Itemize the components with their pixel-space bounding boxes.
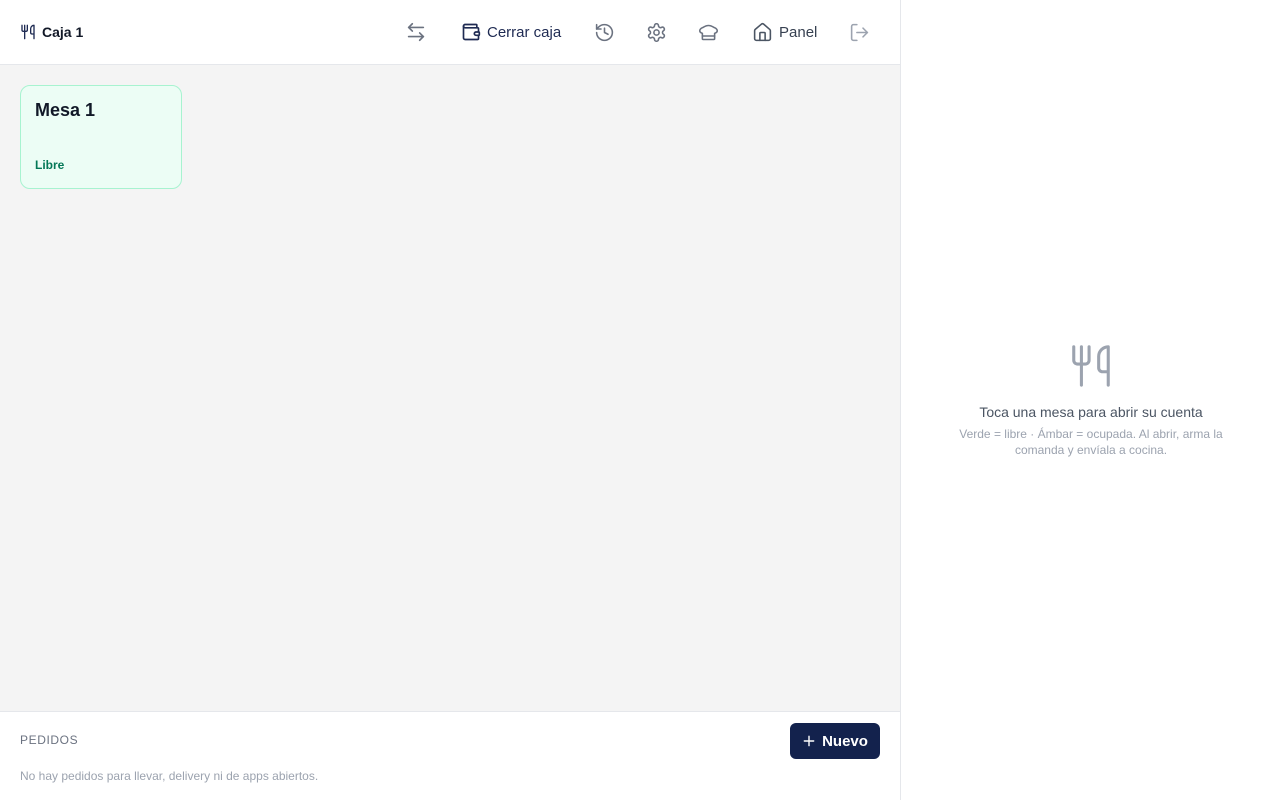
panel-label: Panel [779,23,818,41]
register-name: Caja 1 [42,24,84,40]
top-bar: Caja 1 Cerrar caja Panel [0,0,900,65]
empty-state-title: Toca una mesa para abrir su cuenta [979,404,1203,420]
table-status: Libre [35,158,65,172]
plus-icon [802,734,816,748]
history-button[interactable] [594,18,615,46]
empty-state-hint: Verde = libre · Ámbar = ocupada. Al abri… [959,427,1223,457]
table-card-mesa-1[interactable]: Mesa 1 Libre [20,85,182,189]
wallet-icon [461,22,481,42]
arrows-left-right-icon [405,21,427,43]
logout-button[interactable] [849,18,870,46]
utensils-icon [20,24,36,40]
orders-panel: PEDIDOS No hay pedidos para llevar, deli… [0,711,900,800]
utensils-icon [901,342,1280,390]
order-detail-panel: Toca una mesa para abrir su cuenta Verde… [900,0,1280,800]
kitchen-button[interactable] [698,18,719,46]
close-register-button[interactable]: Cerrar caja [461,18,561,46]
chef-hat-icon [698,22,719,43]
new-order-button[interactable]: Nuevo [790,723,880,759]
empty-state: Toca una mesa para abrir su cuenta Verde… [901,342,1280,458]
orders-empty-text: No hay pedidos para llevar, delivery ni … [20,769,319,783]
orders-title: PEDIDOS [20,733,79,747]
home-icon [752,22,773,43]
panel-button[interactable]: Panel [752,18,817,46]
main-area: Caja 1 Cerrar caja Panel Mesa 1 Libre PE… [0,0,900,800]
new-order-label: Nuevo [822,732,868,750]
logout-icon [849,22,870,43]
switch-register-button[interactable] [405,18,427,46]
history-icon [594,22,615,43]
settings-button[interactable] [646,18,667,46]
close-register-label: Cerrar caja [487,23,562,41]
table-name: Mesa 1 [35,100,96,120]
gear-icon [646,22,667,43]
register-title: Caja 1 [20,22,83,42]
